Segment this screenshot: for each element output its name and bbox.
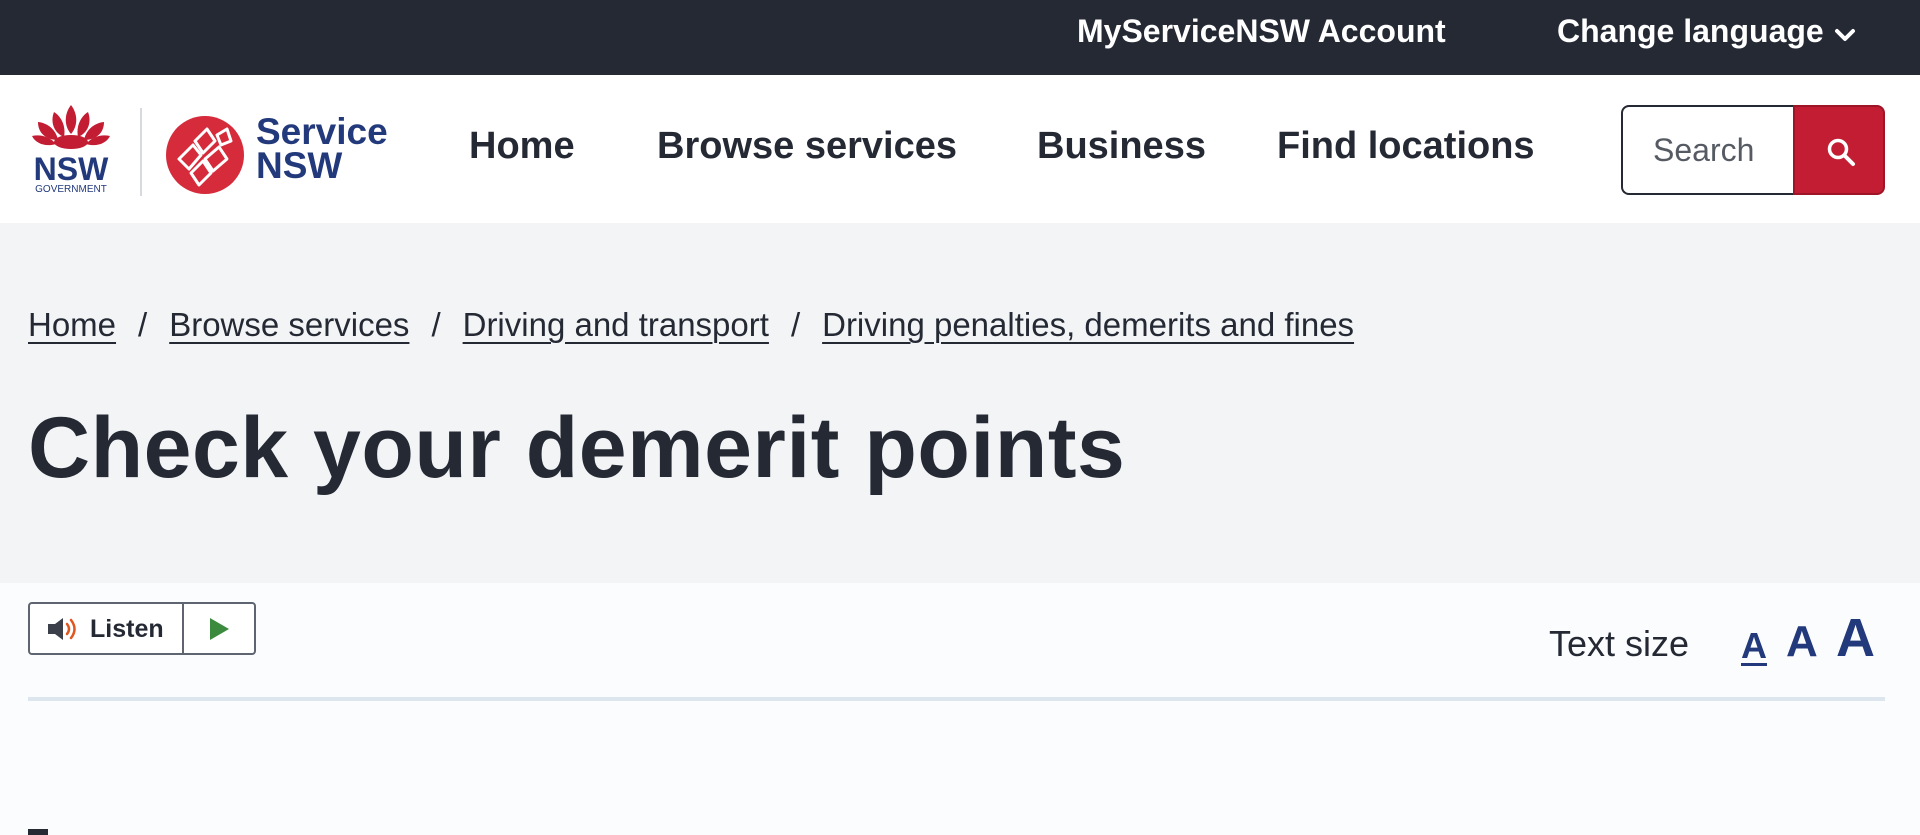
breadcrumb-separator: / <box>790 306 801 343</box>
change-language-label: Change language <box>1557 13 1824 49</box>
nav-item-business[interactable]: Business <box>1037 125 1206 168</box>
nav-item-find-locations[interactable]: Find locations <box>1277 125 1535 168</box>
svg-text:GOVERNMENT: GOVERNMENT <box>35 184 107 194</box>
breadcrumb-driving-penalties[interactable]: Driving penalties, demerits and fines <box>822 306 1354 343</box>
content-start-marker <box>28 829 48 835</box>
text-size-large-button[interactable]: A <box>1836 611 1875 665</box>
breadcrumb-separator: / <box>138 306 148 343</box>
text-size-medium-button[interactable]: A <box>1786 620 1818 664</box>
breadcrumb-browse-services[interactable]: Browse services <box>169 306 409 343</box>
nav-item-home[interactable]: Home <box>469 125 575 168</box>
myservicensw-account-link[interactable]: MyServiceNSW Account <box>1077 0 1446 62</box>
search-icon <box>1827 138 1855 166</box>
service-nsw-wordmark-line2: NSW <box>256 145 343 186</box>
section-divider <box>28 697 1885 701</box>
breadcrumb-driving-and-transport[interactable]: Driving and transport <box>463 306 769 343</box>
listen-label: Listen <box>90 615 164 643</box>
nsw-government-logo[interactable]: NSW GOVERNMENT <box>28 102 114 195</box>
breadcrumb-home[interactable]: Home <box>28 306 116 343</box>
page-hero: Home / Browse services / Driving and transpo… <box>0 223 1920 583</box>
chevron-down-icon <box>1834 0 1856 62</box>
service-nsw-wordmark: Service NSW <box>256 111 388 186</box>
nav-item-browse-services[interactable]: Browse services <box>657 125 957 168</box>
breadcrumb-separator: / <box>431 306 441 343</box>
service-nsw-wordmark-line1: Service <box>256 111 388 152</box>
text-size-label: Text size <box>1549 623 1690 664</box>
text-size-small-button[interactable]: A <box>1741 628 1767 664</box>
breadcrumb: Home / Browse services / Driving and transpo… <box>28 306 1354 344</box>
service-nsw-logo[interactable]: Service NSW <box>165 111 395 197</box>
site-header: NSW GOVERNMENT Service NSW Home Browse s… <box>0 75 1920 223</box>
search-form <box>1621 105 1885 195</box>
change-language-dropdown[interactable]: Change language <box>1557 0 1856 62</box>
service-nsw-mark-icon <box>165 115 245 195</box>
play-icon <box>210 618 229 640</box>
logo-divider <box>140 108 142 196</box>
utility-bar: MyServiceNSW Account Change language <box>0 0 1920 75</box>
listen-widget: Listen <box>28 602 256 655</box>
listen-button[interactable]: Listen <box>30 604 184 653</box>
page-title: Check your demerit points <box>28 400 1126 496</box>
search-button[interactable] <box>1793 105 1885 195</box>
svg-text:NSW: NSW <box>34 151 109 187</box>
play-button[interactable] <box>184 604 254 653</box>
speaker-icon <box>48 618 76 640</box>
search-input[interactable] <box>1621 105 1795 195</box>
waratah-icon: NSW GOVERNMENT <box>32 105 110 195</box>
